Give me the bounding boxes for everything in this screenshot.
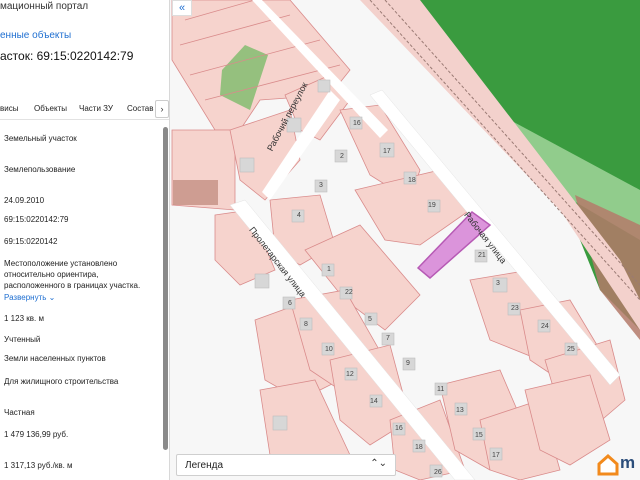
tabs-next-button[interactable]: ›	[155, 100, 169, 118]
lot-number: 11	[437, 386, 445, 393]
map-canvas[interactable]: 16 17 2 18 3 19 4 1 21 22 3 23 6 5 24 8 …	[170, 0, 640, 480]
brand-text: m	[620, 453, 636, 472]
lot-number: 8	[304, 321, 308, 328]
lot-number: 13	[456, 407, 464, 414]
lot-labels: 16 17 2 18 3 19 4 1 21 22 3 23 6 5 24 8 …	[170, 0, 640, 480]
lot-number: 18	[408, 177, 416, 184]
lot-number: 21	[478, 252, 486, 259]
lot-number: 25	[567, 346, 575, 353]
lot-number: 4	[297, 212, 301, 219]
lot-number: 19	[428, 202, 436, 209]
info-cadastral-number: 69:15:0220142:79	[4, 215, 69, 224]
tab-bar: висы Объекты Части ЗУ Состав ›	[0, 98, 169, 120]
lot-number: 23	[511, 305, 519, 312]
lot-number: 22	[345, 289, 353, 296]
collapse-panel-button[interactable]: «	[172, 0, 192, 16]
legend-updown-icon: ⌃⌄	[370, 458, 387, 469]
info-ownership: Частная	[4, 408, 35, 417]
info-location: Местоположение установлено относительно …	[4, 259, 141, 290]
lot-number: 3	[319, 182, 323, 189]
expand-link[interactable]: Развернуть ⌄	[4, 293, 55, 302]
info-panel: мационный портал енные объекты асток: 69…	[0, 0, 170, 480]
info-type: Земельный участок	[4, 134, 77, 143]
panel-scrollbar[interactable]	[163, 127, 168, 450]
selected-objects-link[interactable]: енные объекты	[0, 30, 71, 41]
lot-number: 6	[288, 300, 292, 307]
parcel-title: асток: 69:15:0220142:79	[0, 49, 134, 63]
tab-composition[interactable]: Состав	[127, 104, 154, 113]
portal-title: мационный портал	[0, 1, 89, 12]
lot-number: 16	[395, 425, 403, 432]
tab-parts[interactable]: Части ЗУ	[79, 104, 113, 113]
lot-number: 14	[370, 398, 378, 405]
legend-label: Легенда	[185, 460, 224, 471]
info-cadastral-value: 1 479 136,99 руб.	[4, 430, 69, 439]
chevron-down-icon: ⌄	[48, 293, 56, 302]
lot-number: 10	[325, 346, 333, 353]
info-use: Для жилищного строительства	[4, 377, 119, 386]
lot-number: 18	[415, 444, 423, 451]
info-unit-value: 1 317,13 руб./кв. м	[4, 461, 73, 470]
tab-services[interactable]: висы	[0, 104, 18, 113]
lot-number: 17	[383, 148, 391, 155]
info-quarter: 69:15:0220142	[4, 237, 58, 246]
lot-number: 24	[541, 323, 549, 330]
tab-objects[interactable]: Объекты	[34, 104, 67, 113]
lot-number: 5	[368, 316, 372, 323]
lot-number: 2	[340, 153, 344, 160]
legend-select[interactable]: Легенда ⌃⌄	[176, 454, 396, 476]
brand-logo: m	[596, 452, 640, 478]
lot-number: 17	[492, 452, 500, 459]
lot-number: 26	[434, 469, 442, 476]
lot-number: 7	[386, 335, 390, 342]
lot-number: 16	[353, 120, 361, 127]
info-status: Учтенный	[4, 335, 41, 344]
app-root: мационный портал енные объекты асток: 69…	[0, 0, 640, 480]
info-category: Земли населенных пунктов	[4, 354, 106, 363]
info-area: 1 123 кв. м	[4, 314, 44, 323]
lot-number: 1	[327, 266, 331, 273]
lot-number: 9	[406, 360, 410, 367]
lot-number: 3	[496, 280, 500, 287]
lot-number: 12	[346, 371, 354, 378]
info-date: 24.09.2010	[4, 196, 45, 205]
lot-number: 15	[475, 432, 483, 439]
info-subtype: Землепользование	[4, 165, 76, 174]
home-logo-icon	[597, 453, 619, 476]
expand-link-label: Развернуть	[4, 293, 47, 302]
